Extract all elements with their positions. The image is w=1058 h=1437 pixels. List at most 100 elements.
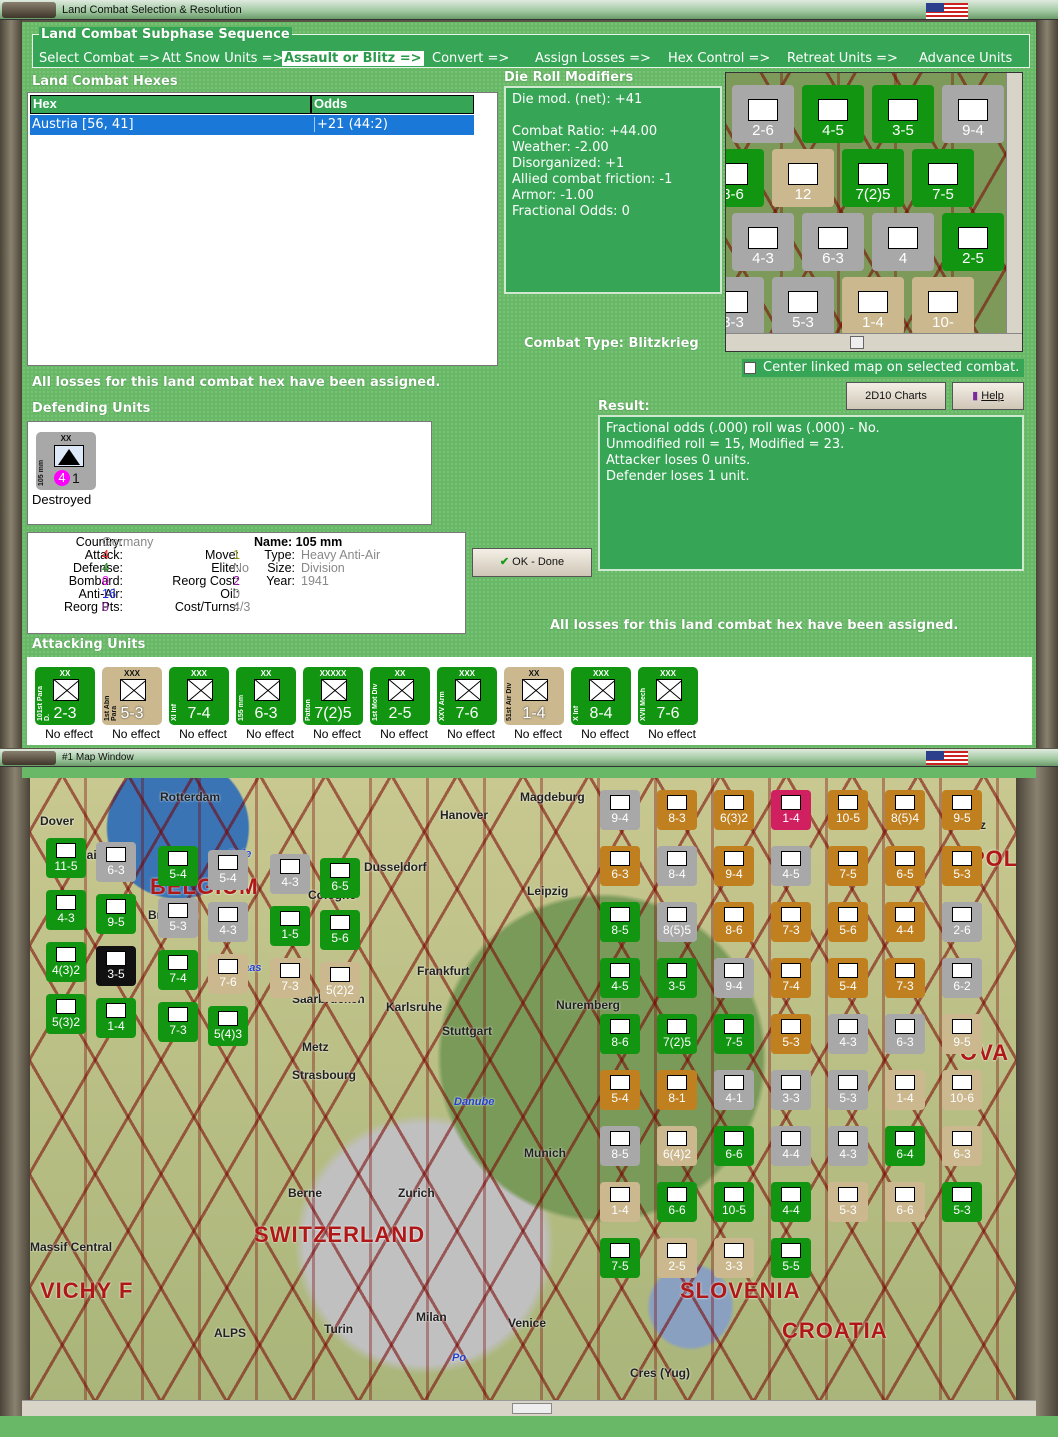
- minimap-counter[interactable]: 4: [872, 213, 934, 271]
- map-counter[interactable]: 4-3: [46, 890, 86, 930]
- minimap-counter[interactable]: 5-3: [772, 277, 834, 335]
- map-counter[interactable]: 7-3: [771, 902, 811, 942]
- hscroll-thumb[interactable]: [850, 336, 864, 349]
- map-counter[interactable]: 8-4: [657, 846, 697, 886]
- minimap-counter[interactable]: 12: [772, 149, 834, 207]
- map-counter[interactable]: 8-5: [600, 902, 640, 942]
- strategic-map[interactable]: RotterdamDoverCalaisBELGIUMBrusselsLiege…: [30, 778, 1016, 1400]
- map-counter[interactable]: 7-4: [158, 950, 198, 990]
- map-counter[interactable]: 5-4: [208, 850, 248, 890]
- map-counter[interactable]: 7-5: [828, 846, 868, 886]
- attacking-unit-counter[interactable]: XX 1st Mot Div 2-5: [370, 667, 430, 725]
- map-counter[interactable]: 7-6: [208, 954, 248, 994]
- map-counter[interactable]: 6-5: [320, 858, 360, 898]
- map-counter[interactable]: 2-6: [942, 902, 982, 942]
- map-counter[interactable]: 8-6: [714, 902, 754, 942]
- map-counter[interactable]: 5-4: [828, 958, 868, 998]
- minimap-counter[interactable]: 4-3: [732, 213, 794, 271]
- table-row[interactable]: Austria [56, 41] +21 (44:2): [30, 115, 474, 135]
- map-counter[interactable]: 5-3: [158, 898, 198, 938]
- map-counter[interactable]: 6-6: [714, 1126, 754, 1166]
- minimap-counter[interactable]: 3-3: [726, 277, 764, 335]
- window-menu-button[interactable]: [2, 2, 56, 18]
- map-counter[interactable]: 4-4: [885, 902, 925, 942]
- minimap-hscroll[interactable]: [726, 333, 1022, 351]
- map-counter[interactable]: 9-4: [714, 846, 754, 886]
- attacking-unit-counter[interactable]: XX 101st Para D. 2-3: [35, 667, 95, 725]
- map-counter[interactable]: 5-6: [828, 902, 868, 942]
- defending-unit-counter[interactable]: XX 105 mm 4 1: [36, 432, 96, 490]
- minimap-counter[interactable]: 3-5: [872, 85, 934, 143]
- help-button[interactable]: ▮ Help: [952, 382, 1024, 410]
- map-counter[interactable]: 9-5: [942, 790, 982, 830]
- map-counter[interactable]: 1-4: [96, 998, 136, 1038]
- map-counter[interactable]: 5-5: [771, 1238, 811, 1278]
- attacking-unit-counter[interactable]: XX 51st Air Div 1-4: [504, 667, 564, 725]
- map-counter[interactable]: 6-2: [942, 958, 982, 998]
- attacking-unit-counter[interactable]: XXX 1st Abn Para 5-3: [102, 667, 162, 725]
- map-counter[interactable]: 6-3: [96, 842, 136, 882]
- charts-button[interactable]: 2D10 Charts: [846, 382, 946, 410]
- map-counter[interactable]: 9-5: [942, 1014, 982, 1054]
- map-counter[interactable]: 5(3)2: [46, 994, 86, 1034]
- map-counter[interactable]: 5-4: [158, 846, 198, 886]
- map-counter[interactable]: 1-4: [600, 1182, 640, 1222]
- minimap-counter[interactable]: 9-4: [942, 85, 1004, 143]
- map-counter[interactable]: 8-6: [600, 1014, 640, 1054]
- map-counter[interactable]: 6-4: [885, 1126, 925, 1166]
- map-hscroll-thumb[interactable]: [512, 1403, 552, 1414]
- map-window-titlebar[interactable]: #1 Map Window: [0, 749, 1058, 767]
- map-counter[interactable]: 7-5: [714, 1014, 754, 1054]
- map-counter[interactable]: 8-1: [657, 1070, 697, 1110]
- map-counter[interactable]: 7-5: [600, 1238, 640, 1278]
- map-counter[interactable]: 7-4: [771, 958, 811, 998]
- map-hscroll[interactable]: [22, 1400, 1036, 1416]
- map-counter[interactable]: 5-4: [600, 1070, 640, 1110]
- map-counter[interactable]: 8(5)4: [885, 790, 925, 830]
- map-counter[interactable]: 6-3: [885, 1014, 925, 1054]
- attacking-unit-counter[interactable]: XX 155 mm 6-3: [236, 667, 296, 725]
- map-counter[interactable]: 5(4)3: [208, 1006, 248, 1046]
- map-counter[interactable]: 1-4: [885, 1070, 925, 1110]
- map-counter[interactable]: 3-3: [714, 1238, 754, 1278]
- map-counter[interactable]: 1-4: [771, 790, 811, 830]
- map-counter[interactable]: 4-4: [771, 1126, 811, 1166]
- map-counter[interactable]: 3-5: [657, 958, 697, 998]
- map-counter[interactable]: 4-3: [208, 902, 248, 942]
- map-counter[interactable]: 6-6: [657, 1182, 697, 1222]
- map-counter[interactable]: 4-3: [828, 1014, 868, 1054]
- map-counter[interactable]: 6(4)2: [657, 1126, 697, 1166]
- map-counter[interactable]: 5-3: [771, 1014, 811, 1054]
- map-counter[interactable]: 10-5: [714, 1182, 754, 1222]
- map-counter[interactable]: 5-3: [828, 1182, 868, 1222]
- attacking-unit-counter[interactable]: XXX XXV Arm 7-6: [437, 667, 497, 725]
- map-counter[interactable]: 4-4: [771, 1182, 811, 1222]
- window-titlebar[interactable]: Land Combat Selection & Resolution: [0, 0, 1058, 20]
- minimap-counter[interactable]: 1-4: [842, 277, 904, 335]
- map-counter[interactable]: 1-5: [270, 906, 310, 946]
- map-counter[interactable]: 3-3: [771, 1070, 811, 1110]
- map-counter[interactable]: 7(2)5: [657, 1014, 697, 1054]
- map-counter[interactable]: 4-3: [270, 854, 310, 894]
- map-counter[interactable]: 11-5: [46, 838, 86, 878]
- map-counter[interactable]: 6(3)2: [714, 790, 754, 830]
- minimap-counter[interactable]: 2-6: [732, 85, 794, 143]
- map-counter[interactable]: 10-5: [828, 790, 868, 830]
- minimap-counter[interactable]: 7-5: [912, 149, 974, 207]
- map-counter[interactable]: 7-3: [270, 958, 310, 998]
- map-counter[interactable]: 2-5: [657, 1238, 697, 1278]
- map-counter[interactable]: 3-5: [96, 946, 136, 986]
- map-counter[interactable]: 6-5: [885, 846, 925, 886]
- linked-minimap[interactable]: 2-6 4-5 3-5 9-4 8-6 12 7(2)5 7-5 4-3 6-3 4 2-5 3-3 5-…: [725, 72, 1023, 352]
- attacking-unit-counter[interactable]: XXX X Inf 8-4: [571, 667, 631, 725]
- minimap-counter[interactable]: 2-5: [942, 213, 1004, 271]
- map-counter[interactable]: 8-3: [657, 790, 697, 830]
- map-counter[interactable]: 4-3: [828, 1126, 868, 1166]
- col-odds[interactable]: Odds: [311, 95, 474, 114]
- map-counter[interactable]: 6-3: [942, 1126, 982, 1166]
- minimap-counter[interactable]: 4-5: [802, 85, 864, 143]
- minimap-counter[interactable]: 8-6: [726, 149, 764, 207]
- attacking-unit-counter[interactable]: XXXXX Patton 7(2)5: [303, 667, 363, 725]
- map-counter[interactable]: 5-3: [942, 846, 982, 886]
- attacking-unit-counter[interactable]: XXX XVII Mech 7-6: [638, 667, 698, 725]
